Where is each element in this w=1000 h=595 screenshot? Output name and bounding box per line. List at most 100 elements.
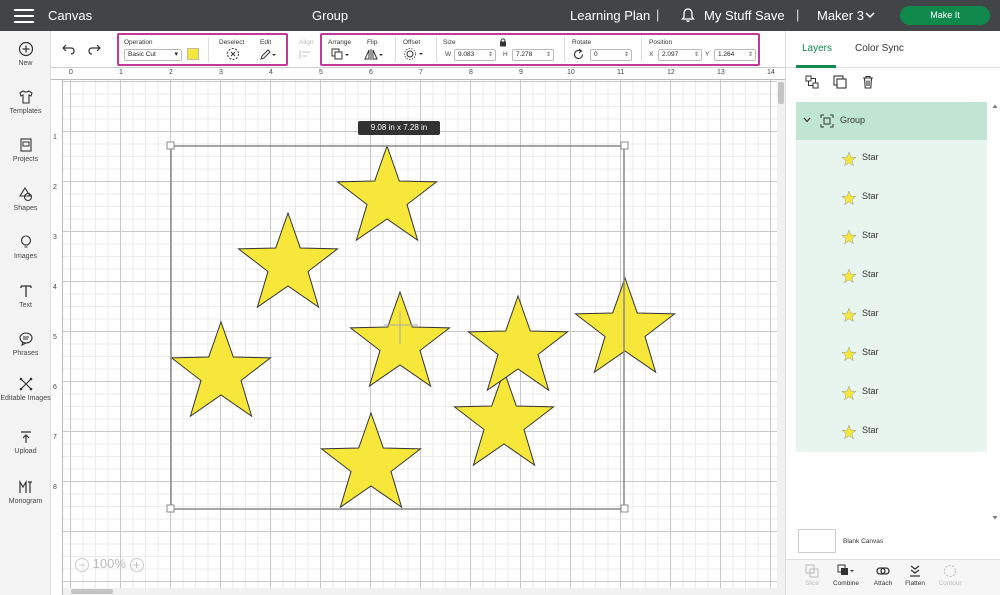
sidebar-item-upload[interactable]: Upload: [0, 429, 51, 456]
height-input[interactable]: 7.278 ⇕: [512, 49, 554, 61]
star-shape[interactable]: [237, 211, 339, 309]
resize-handle-bottom-right[interactable]: [620, 504, 629, 513]
flatten-button[interactable]: Flatten: [897, 564, 933, 587]
zoom-out-button[interactable]: −: [75, 557, 89, 572]
x-spinner[interactable]: ⇕: [694, 50, 699, 60]
project-title[interactable]: Group: [312, 8, 348, 23]
rotate-icon[interactable]: [572, 48, 585, 61]
layer-row-star[interactable]: Star: [796, 413, 987, 452]
tab-color-sync[interactable]: Color Sync: [855, 43, 904, 54]
color-swatch[interactable]: [187, 48, 199, 60]
sidebar-item-images[interactable]: Images: [0, 234, 51, 261]
zoom-in-button[interactable]: +: [129, 557, 144, 572]
divider: [641, 37, 642, 62]
attach-button[interactable]: Attach: [865, 564, 901, 587]
contour-button[interactable]: Contour: [932, 564, 968, 587]
chevron-down-icon[interactable]: [803, 117, 811, 123]
offset-icon[interactable]: [403, 47, 425, 61]
scroll-thumb[interactable]: [71, 589, 113, 594]
divider: [564, 37, 565, 62]
arrange-icon[interactable]: [331, 48, 351, 61]
resize-handle-bottom-left[interactable]: [166, 504, 175, 513]
position-y-input[interactable]: 1.264 ⇕: [714, 49, 756, 61]
editable-images-icon: [19, 377, 32, 391]
divider: [395, 37, 396, 62]
width-spinner[interactable]: ⇕: [488, 50, 493, 60]
flip-icon[interactable]: [364, 48, 384, 61]
hamburger-icon[interactable]: [14, 9, 34, 23]
deselect-label: Deselect: [219, 39, 245, 46]
sidebar-label: Images: [14, 253, 37, 260]
learning-plan-link[interactable]: Learning Plan: [570, 8, 650, 23]
duplicate-icon[interactable]: [832, 74, 848, 90]
star-shape[interactable]: [170, 320, 272, 418]
sidebar-item-text[interactable]: Text: [0, 283, 51, 310]
layer-bottom-actions: Slice Combine Attach Flatten Contour: [786, 559, 1000, 595]
layer-actions: [786, 68, 1000, 100]
bell-icon[interactable]: [680, 7, 696, 23]
zoom-control: − 100% +: [75, 556, 144, 572]
layer-label: Star: [862, 425, 879, 435]
lock-icon[interactable]: [499, 37, 507, 47]
redo-icon[interactable]: [87, 43, 101, 55]
sidebar-label: Templates: [9, 108, 42, 115]
width-input[interactable]: 9.083 ⇕: [454, 49, 496, 61]
zoom-level: 100%: [92, 556, 126, 571]
slice-button[interactable]: Slice: [794, 564, 830, 587]
sidebar-item-phrases[interactable]: Phrases: [0, 331, 51, 358]
star-shape[interactable]: [336, 144, 438, 242]
star-shape[interactable]: [320, 411, 422, 509]
make-it-button[interactable]: Make It: [900, 6, 990, 25]
design-layer[interactable]: [51, 68, 785, 595]
canvas-area[interactable]: 0 1 2 3 4 5 6 7 8 9 10 11 12 13 14 12345678 9.08 in x …: [51, 68, 785, 595]
machine-selector[interactable]: Maker 3: [817, 8, 864, 23]
star-shape[interactable]: [453, 369, 555, 467]
layer-row-star[interactable]: Star: [796, 140, 987, 179]
sidebar-item-shapes[interactable]: Shapes: [0, 186, 51, 213]
pen-icon[interactable]: [259, 48, 277, 61]
scroll-arrows[interactable]: [991, 102, 999, 522]
layers-scrollbar[interactable]: [991, 102, 999, 522]
horizontal-scrollbar[interactable]: [63, 588, 779, 595]
vertical-scrollbar[interactable]: [777, 80, 785, 595]
rotate-input[interactable]: 0 ⇕: [590, 49, 632, 61]
layer-row-star[interactable]: Star: [796, 374, 987, 413]
save-button[interactable]: Save: [755, 8, 785, 23]
speech-bubble-icon: [18, 332, 33, 347]
sidebar-item-templates[interactable]: Templates: [0, 89, 51, 116]
sidebar-item-monogram[interactable]: Monogram: [0, 479, 51, 506]
operation-select[interactable]: Basic Cut: [124, 49, 182, 61]
star-shape[interactable]: [574, 276, 676, 374]
layer-row-star[interactable]: Star: [796, 296, 987, 335]
sidebar-item-new[interactable]: New: [0, 41, 51, 68]
resize-handle-top-right[interactable]: [620, 141, 629, 150]
star-shape[interactable]: [467, 294, 569, 392]
sidebar-label: Shapes: [13, 205, 38, 212]
deselect-icon[interactable]: [226, 47, 240, 61]
my-stuff-link[interactable]: My Stuff: [704, 8, 751, 23]
layer-group-row[interactable]: Group: [796, 102, 987, 140]
position-x-input[interactable]: 2.097 ⇕: [658, 49, 702, 61]
rotate-spinner[interactable]: ⇕: [624, 50, 629, 60]
blank-canvas-swatch[interactable]: [798, 529, 836, 553]
layer-row-star[interactable]: Star: [796, 335, 987, 374]
scroll-thumb[interactable]: [778, 82, 784, 104]
undo-icon[interactable]: [62, 43, 76, 55]
star-icon: [841, 385, 857, 401]
layer-row-star[interactable]: Star: [796, 179, 987, 218]
height-spinner[interactable]: ⇕: [546, 50, 551, 60]
group-icon[interactable]: [804, 74, 820, 90]
layer-row-star[interactable]: Star: [796, 257, 987, 296]
trash-icon[interactable]: [860, 74, 876, 90]
resize-handle-top-left[interactable]: [166, 141, 175, 150]
chevron-down-icon[interactable]: [864, 10, 876, 20]
layer-row-star[interactable]: Star: [796, 218, 987, 257]
tab-layers[interactable]: Layers: [802, 43, 832, 54]
sidebar-item-editable-images[interactable]: Editable Images: [0, 376, 51, 403]
y-spinner[interactable]: ⇕: [748, 50, 753, 60]
combine-button[interactable]: Combine: [828, 564, 864, 587]
slice-icon: [805, 564, 819, 578]
rotate-label: Rotate: [572, 39, 592, 46]
sidebar-item-projects[interactable]: Projects: [0, 137, 51, 164]
divider: |: [656, 7, 660, 22]
